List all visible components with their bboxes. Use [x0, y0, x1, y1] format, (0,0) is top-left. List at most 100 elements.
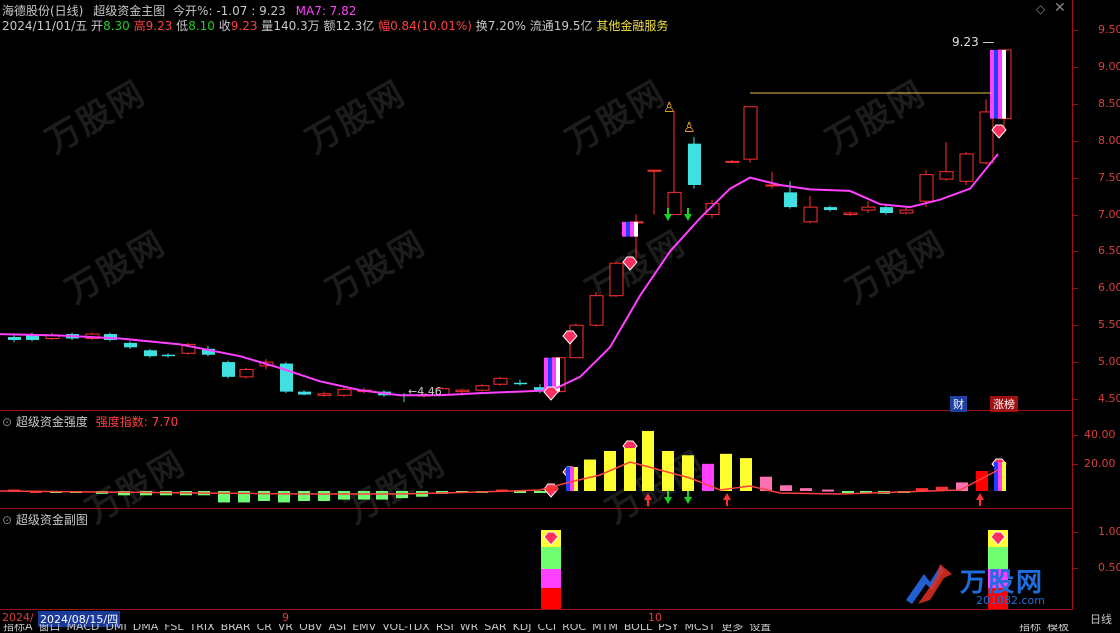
candle [861, 206, 876, 211]
candle [124, 342, 137, 348]
indicator-title[interactable]: 超级资金主图 [93, 4, 165, 18]
price-tick [1072, 177, 1078, 179]
pane3-header: ⊙ 超级资金副图 [2, 511, 88, 528]
kline-chart[interactable]: ♙♙ [0, 0, 1072, 610]
restore-icon[interactable]: ◇ [1036, 2, 1045, 16]
signal-bar [574, 467, 578, 491]
strength-bar [800, 488, 812, 491]
indicator-tab[interactable]: DMA [130, 624, 162, 632]
pane2-header: ⊙ 超级资金强度 强度指数: 7.70 [2, 413, 178, 430]
price-tick [1072, 214, 1078, 216]
arrow-down-icon [664, 491, 672, 504]
candle [899, 209, 914, 214]
price-tick-label: 7.50 [1098, 170, 1120, 184]
close-value: 9.23 [230, 19, 258, 33]
indicator-tab[interactable]: BRAR [218, 624, 254, 632]
pane-toggle-icon[interactable]: ⊙ [2, 513, 12, 527]
pane2-title[interactable]: 超级资金强度 [16, 415, 88, 429]
signal-bar [998, 462, 1002, 491]
price-tick-label: 9.50 [1098, 23, 1120, 36]
pane3-title[interactable]: 超级资金副图 [16, 513, 88, 527]
indicator-tab[interactable]: BOLL [621, 624, 655, 632]
indicator-tab[interactable]: CCI [535, 624, 560, 632]
indicator-tab[interactable]: CR [254, 624, 275, 632]
signal-bar [570, 467, 574, 491]
indicator-tab[interactable]: DMI [103, 624, 130, 632]
signal-bar [994, 462, 998, 491]
candle [725, 160, 740, 163]
gem-signal-icon [991, 124, 1007, 139]
price-tick [1072, 288, 1078, 290]
indicator-tab[interactable]: MTM [589, 624, 621, 632]
limit-up-badge[interactable]: 涨榜 [990, 396, 1018, 412]
amt-label: 额 [323, 19, 336, 33]
price-tick [1072, 66, 1078, 68]
price-tick [1072, 399, 1078, 400]
close-icon[interactable]: ✕ [1054, 0, 1066, 16]
indicator-tab[interactable]: EMV [349, 624, 379, 632]
candle [803, 206, 818, 223]
right-tab[interactable]: 模板 [1044, 624, 1072, 632]
indicator-tab[interactable]: ASI [325, 624, 349, 632]
indicator-tab[interactable]: 设置 [746, 624, 774, 632]
low-label: 低 [176, 19, 189, 33]
indicator-tab[interactable]: 更多 [718, 624, 746, 632]
strength-tick [1072, 435, 1078, 436]
strength-tick-label: 40.00 [1084, 428, 1116, 441]
open-value: 8.30 [103, 19, 130, 33]
right-tab[interactable]: 指标 [1016, 624, 1044, 632]
runner-icon: ♙ [663, 100, 676, 116]
candle [162, 354, 175, 357]
turn-label: 换 [475, 19, 488, 33]
pane-divider [0, 410, 1072, 411]
today-open-value: -1.07 [216, 4, 248, 18]
indicator-tab[interactable]: ROC [559, 624, 589, 632]
indicator-tab[interactable]: WR [457, 624, 482, 632]
indicator-tab[interactable]: KDJ [510, 624, 535, 632]
candle [455, 389, 470, 393]
candle [239, 368, 254, 378]
candle [317, 393, 332, 396]
price-tick-label: 7.00 [1098, 207, 1120, 221]
signal-bar [622, 221, 626, 237]
pane-divider [0, 609, 1072, 610]
signal-bar [1002, 49, 1006, 119]
candle [589, 295, 604, 326]
indicator-tab[interactable]: RSI [433, 624, 457, 632]
strength-bar [534, 491, 546, 493]
strength-bar [376, 491, 388, 500]
amt-value: 12.3亿 [335, 19, 375, 33]
indicator-tab[interactable]: MCST [681, 624, 718, 632]
price-tick-label: 9.00 [1098, 59, 1120, 73]
pane-toggle-icon[interactable]: ⊙ [2, 415, 12, 429]
price-tick-label: 6.00 [1098, 281, 1120, 295]
sub-tick-label: 0.50 [1098, 561, 1120, 574]
close-label: 收 [218, 19, 231, 33]
industry-label[interactable]: 其他金融服务 [596, 19, 668, 33]
price-tick [1072, 251, 1078, 253]
indicator-tab[interactable]: SAR [481, 624, 509, 632]
low-mark: ←4.46 [408, 385, 442, 398]
strength-bar [780, 485, 792, 491]
candle [784, 192, 797, 208]
indicator-tab[interactable]: 窗口 [36, 624, 64, 632]
price-tick-label: 5.50 [1098, 318, 1120, 332]
finance-badge[interactable]: 财 [950, 396, 967, 412]
price-tick [1072, 140, 1078, 142]
strength-tick [1072, 464, 1078, 465]
indicator-tab[interactable]: VOL-TDX [379, 624, 433, 632]
float-label: 流通 [529, 19, 554, 33]
indicator-tab[interactable]: 指标A [0, 624, 36, 632]
candle [222, 362, 235, 377]
indicator-tab[interactable]: PSY [655, 624, 681, 632]
indicator-tab[interactable]: OBV [296, 624, 325, 632]
candle [939, 171, 954, 180]
indicator-tab[interactable]: FSL [161, 624, 186, 632]
indicator-tab[interactable]: TRIX [186, 624, 217, 632]
signal-bar [544, 357, 548, 392]
indicator-tab[interactable]: VR [275, 624, 296, 632]
stock-name[interactable]: 海德股份(日线) [2, 4, 83, 18]
indicator-tab[interactable]: MACD [64, 624, 103, 632]
arrow-down-icon [684, 208, 692, 221]
price-tick-label: 8.50 [1098, 96, 1120, 110]
